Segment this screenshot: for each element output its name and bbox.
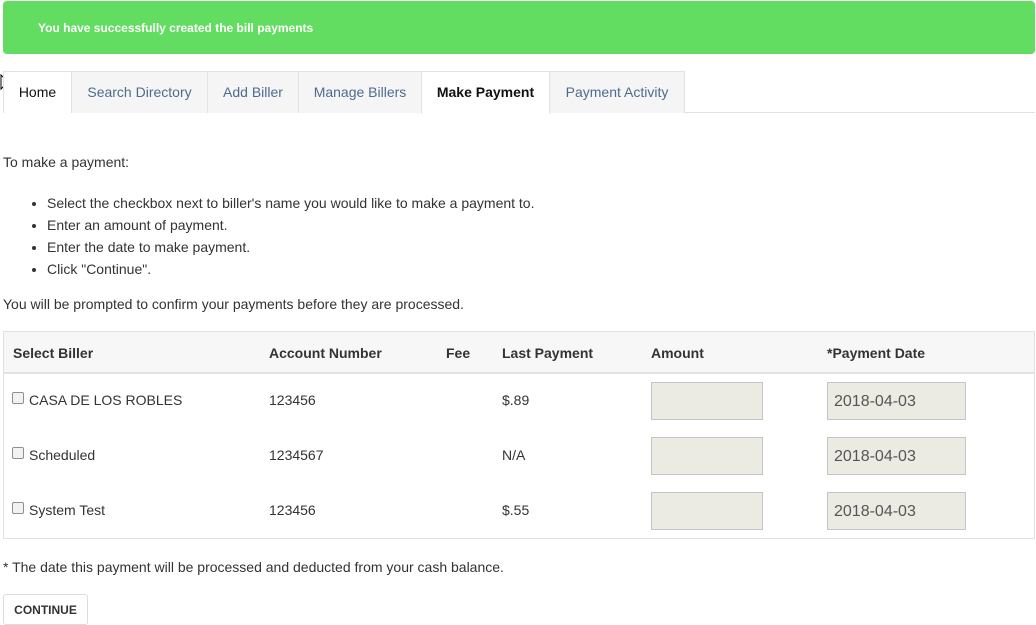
table-row: System Test 123456 $.55 2018-04-03 (4, 484, 1034, 539)
account-number: 1234567 (269, 447, 324, 463)
payment-date-input[interactable]: 2018-04-03 (827, 492, 966, 530)
header-last-payment: Last Payment (502, 345, 594, 361)
instruction-step: Enter the date to make payment. (47, 236, 534, 258)
tab-label: Payment Activity (565, 84, 669, 100)
continue-button[interactable]: CONTINUE (3, 594, 88, 625)
tab-search-directory[interactable]: Search Directory (71, 71, 208, 113)
amount-input[interactable] (651, 382, 763, 420)
tab-home[interactable]: Home (3, 71, 72, 113)
instruction-step: Select the checkbox next to biller's nam… (47, 192, 534, 214)
instruction-step: Click "Continue". (47, 258, 534, 280)
header-payment-date: *Payment Date (827, 345, 926, 361)
tab-make-payment[interactable]: Make Payment (421, 71, 550, 114)
payment-date-input[interactable]: 2018-04-03 (827, 382, 966, 420)
nav-tabs: Home Search Directory Add Biller Manage … (3, 71, 1035, 114)
table-header: Select Biller Account Number Fee Last Pa… (4, 332, 1034, 374)
billers-table: Select Biller Account Number Fee Last Pa… (3, 331, 1035, 539)
biller-name: Scheduled (29, 447, 96, 463)
biller-name: CASA DE LOS ROBLES (29, 392, 183, 408)
alert-message: You have successfully created the bill p… (38, 21, 314, 35)
tab-manage-billers[interactable]: Manage Billers (298, 71, 422, 113)
header-fee: Fee (446, 345, 471, 361)
success-alert: You have successfully created the bill p… (3, 1, 1035, 54)
select-biller-checkbox[interactable] (12, 502, 24, 514)
header-account-number: Account Number (269, 345, 382, 361)
payment-date-footnote: * The date this payment will be processe… (3, 559, 504, 575)
tab-label: Add Biller (223, 84, 283, 100)
instructions-intro: To make a payment: (3, 154, 130, 170)
tab-label: Make Payment (436, 84, 535, 100)
last-payment-value: $.55 (502, 502, 530, 518)
tab-label: Manage Billers (313, 84, 407, 100)
last-payment-value: N/A (502, 447, 526, 463)
select-biller-checkbox[interactable] (12, 392, 24, 404)
account-number: 123456 (269, 392, 316, 408)
table-row: CASA DE LOS ROBLES 123456 $.89 2018-04-0… (4, 374, 1034, 429)
instruction-step: Enter an amount of payment. (47, 214, 534, 236)
instructions-list: Select the checkbox next to biller's nam… (26, 192, 534, 280)
account-number: 123456 (269, 502, 316, 518)
tab-label: Home (18, 84, 57, 100)
tab-payment-activity[interactable]: Payment Activity (549, 71, 685, 113)
confirmation-note: You will be prompted to confirm your pay… (3, 296, 464, 312)
payment-date-input[interactable]: 2018-04-03 (827, 437, 966, 475)
table-row: Scheduled 1234567 N/A 2018-04-03 (4, 429, 1034, 484)
select-biller-checkbox[interactable] (12, 447, 24, 459)
biller-name: System Test (29, 502, 105, 518)
last-payment-value: $.89 (502, 392, 530, 408)
amount-input[interactable] (651, 437, 763, 475)
tab-add-biller[interactable]: Add Biller (207, 71, 299, 113)
amount-input[interactable] (651, 492, 763, 530)
tab-label: Search Directory (87, 84, 192, 100)
header-amount: Amount (651, 345, 704, 361)
header-select-biller: Select Biller (13, 345, 94, 361)
